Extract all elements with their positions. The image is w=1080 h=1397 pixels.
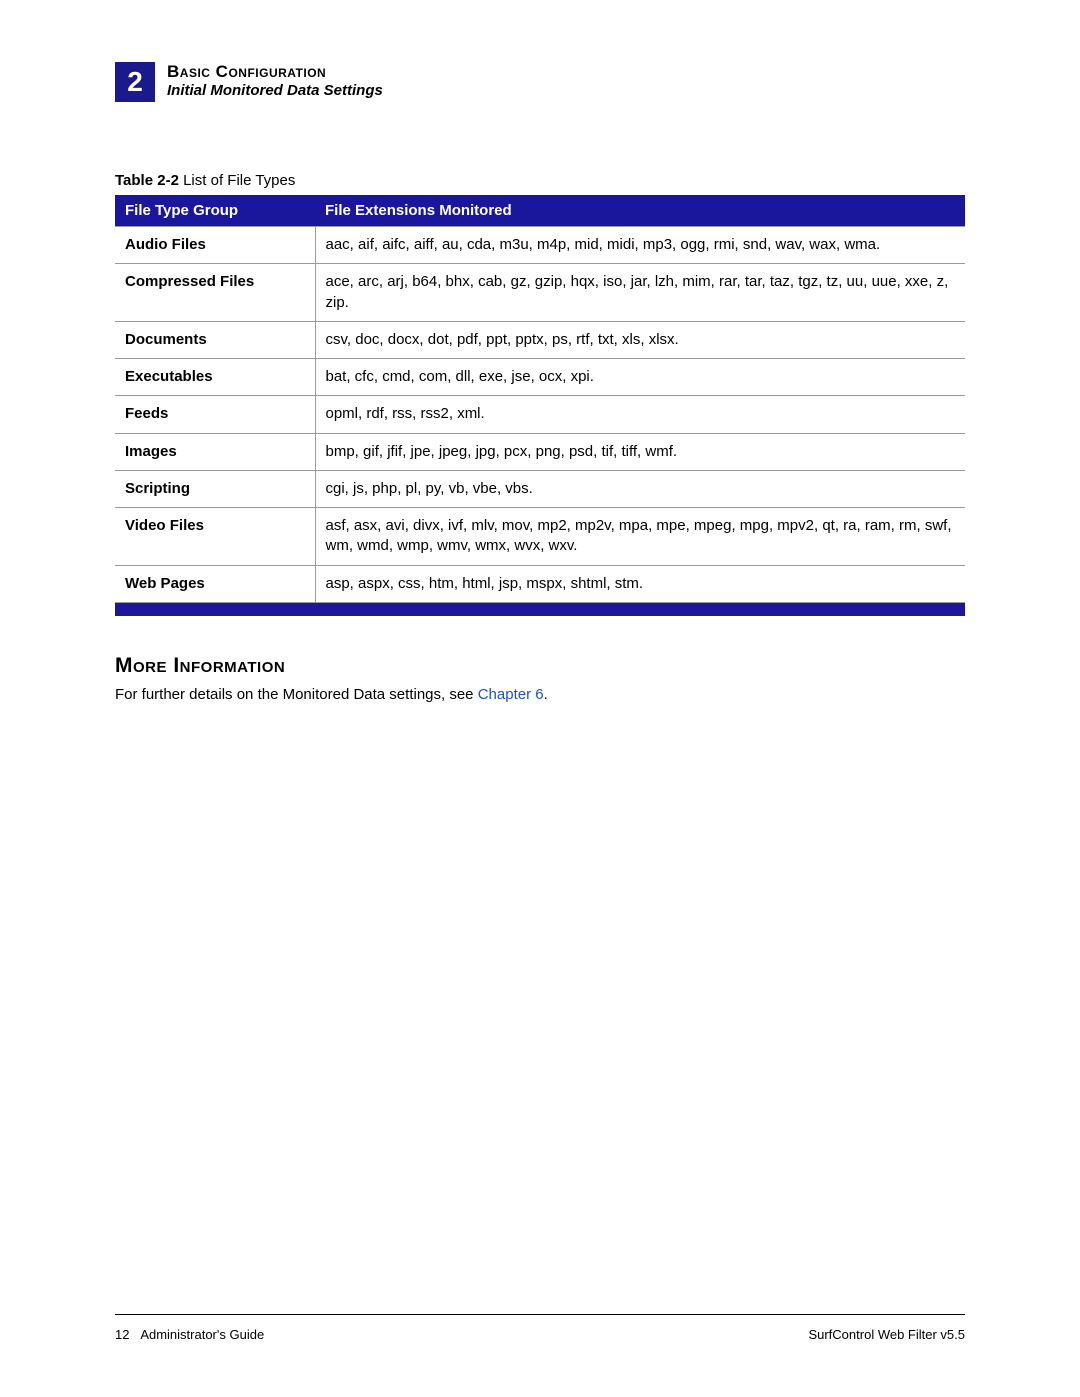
table-caption: Table 2-2 List of File Types: [115, 172, 965, 189]
cell-group: Audio Files: [115, 227, 315, 264]
cell-group: Scripting: [115, 470, 315, 507]
table-footer-strip: [115, 602, 965, 616]
page-number: 12: [115, 1327, 129, 1342]
table-row: Compressed Files ace, arc, arj, b64, bhx…: [115, 264, 965, 322]
cell-group: Documents: [115, 321, 315, 358]
table-row: Video Files asf, asx, avi, divx, ivf, ml…: [115, 508, 965, 566]
guide-label: Administrator's Guide: [140, 1327, 264, 1342]
page-footer: 12 Administrator's Guide SurfControl Web…: [115, 1314, 965, 1342]
cell-ext: asf, asx, avi, divx, ivf, mlv, mov, mp2,…: [315, 508, 965, 566]
file-type-table: File Type Group File Extensions Monitore…: [115, 195, 965, 616]
table-row: Images bmp, gif, jfif, jpe, jpeg, jpg, p…: [115, 433, 965, 470]
more-info-heading: More Information: [115, 654, 965, 678]
cell-ext: opml, rdf, rss, rss2, xml.: [315, 396, 965, 433]
section-subtitle: Initial Monitored Data Settings: [167, 82, 383, 99]
cell-ext: asp, aspx, css, htm, html, jsp, mspx, sh…: [315, 565, 965, 602]
table-row: Feeds opml, rdf, rss, rss2, xml.: [115, 396, 965, 433]
more-info-text: For further details on the Monitored Dat…: [115, 686, 965, 703]
cell-ext: bat, cfc, cmd, com, dll, exe, jse, ocx, …: [315, 359, 965, 396]
col-header-ext: File Extensions Monitored: [315, 195, 965, 227]
cell-group: Compressed Files: [115, 264, 315, 322]
col-header-group: File Type Group: [115, 195, 315, 227]
table-row: Audio Files aac, aif, aifc, aiff, au, cd…: [115, 227, 965, 264]
page-header: 2 Basic Configuration Initial Monitored …: [115, 62, 965, 102]
footer-right: SurfControl Web Filter v5.5: [808, 1327, 965, 1342]
table-row: Web Pages asp, aspx, css, htm, html, jsp…: [115, 565, 965, 602]
cell-ext: cgi, js, php, pl, py, vb, vbe, vbs.: [315, 470, 965, 507]
chapter-link[interactable]: Chapter 6: [478, 686, 544, 703]
cell-group: Video Files: [115, 508, 315, 566]
table-caption-label: Table 2-2: [115, 172, 179, 189]
footer-rule: [115, 1314, 965, 1315]
cell-group: Web Pages: [115, 565, 315, 602]
table-row: Documents csv, doc, docx, dot, pdf, ppt,…: [115, 321, 965, 358]
cell-ext: bmp, gif, jfif, jpe, jpeg, jpg, pcx, png…: [315, 433, 965, 470]
chapter-title: Basic Configuration: [167, 62, 383, 82]
chapter-number-box: 2: [115, 62, 155, 102]
cell-ext: csv, doc, docx, dot, pdf, ppt, pptx, ps,…: [315, 321, 965, 358]
more-info-prefix: For further details on the Monitored Dat…: [115, 686, 478, 703]
table-caption-text: List of File Types: [179, 172, 295, 189]
header-titles: Basic Configuration Initial Monitored Da…: [167, 62, 383, 99]
cell-ext: aac, aif, aifc, aiff, au, cda, m3u, m4p,…: [315, 227, 965, 264]
more-info-suffix: .: [544, 686, 548, 703]
footer-left: 12 Administrator's Guide: [115, 1327, 264, 1342]
cell-ext: ace, arc, arj, b64, bhx, cab, gz, gzip, …: [315, 264, 965, 322]
table-row: Executables bat, cfc, cmd, com, dll, exe…: [115, 359, 965, 396]
cell-group: Feeds: [115, 396, 315, 433]
table-row: Scripting cgi, js, php, pl, py, vb, vbe,…: [115, 470, 965, 507]
cell-group: Images: [115, 433, 315, 470]
cell-group: Executables: [115, 359, 315, 396]
